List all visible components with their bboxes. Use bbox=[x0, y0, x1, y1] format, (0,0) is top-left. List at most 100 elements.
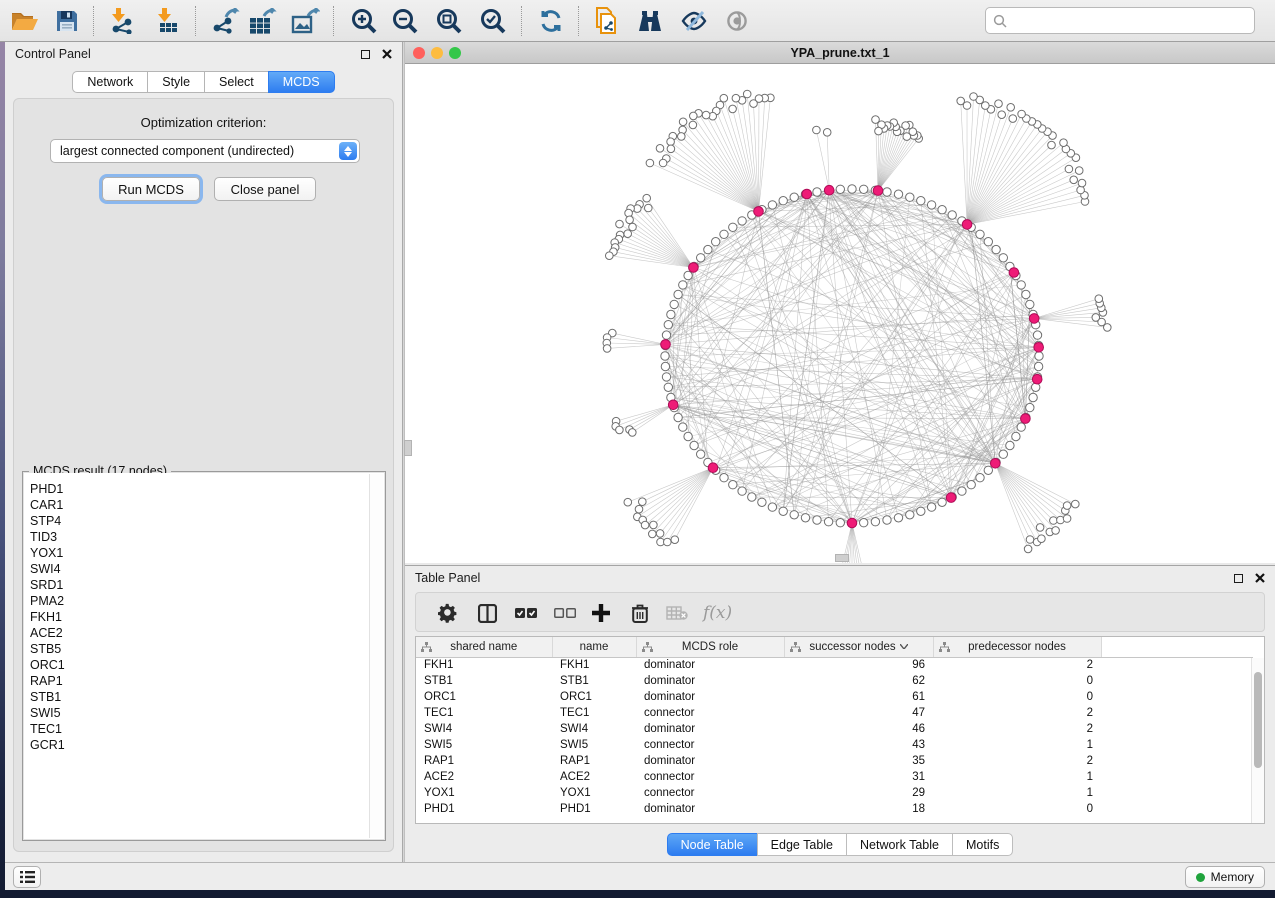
export-network-icon[interactable] bbox=[208, 5, 242, 37]
col-successor-nodes[interactable]: successor nodes bbox=[784, 637, 933, 657]
table-settings-icon[interactable] bbox=[438, 601, 458, 625]
table-row[interactable]: FKH1FKH1dominator962 bbox=[416, 657, 1253, 673]
result-item[interactable]: SWI5 bbox=[30, 705, 384, 721]
tab-style[interactable]: Style bbox=[147, 71, 204, 93]
result-item[interactable]: STP4 bbox=[30, 513, 384, 529]
result-item[interactable]: PMA2 bbox=[30, 593, 384, 609]
save-icon[interactable] bbox=[50, 5, 84, 37]
import-table-icon[interactable] bbox=[150, 5, 184, 37]
binoculars-icon[interactable] bbox=[633, 5, 667, 37]
col-name[interactable]: name bbox=[552, 637, 636, 657]
result-item[interactable]: PHD1 bbox=[30, 481, 384, 497]
column-type-icon bbox=[421, 642, 432, 652]
network-graph-canvas[interactable] bbox=[405, 64, 1275, 563]
dropdown-stepper-icon bbox=[339, 142, 357, 160]
export-table-icon[interactable] bbox=[245, 5, 279, 37]
copy-network-icon[interactable] bbox=[590, 5, 624, 37]
network-view-window: YPA_prune.txt_1 bbox=[405, 42, 1275, 563]
sort-chevron-icon bbox=[900, 644, 908, 649]
result-item[interactable]: YOX1 bbox=[30, 545, 384, 561]
table-row[interactable]: STB1STB1dominator620 bbox=[416, 673, 1253, 689]
zoom-fit-icon[interactable] bbox=[432, 5, 466, 37]
deselect-all-columns-icon[interactable] bbox=[554, 601, 576, 625]
show-column-panel-icon[interactable] bbox=[478, 601, 497, 625]
close-panel-icon[interactable] bbox=[382, 49, 392, 59]
tab-node-table[interactable]: Node Table bbox=[667, 833, 757, 856]
table-row[interactable]: ORC1ORC1dominator610 bbox=[416, 689, 1253, 705]
tab-edge-table[interactable]: Edge Table bbox=[757, 833, 846, 856]
close-panel-icon[interactable] bbox=[1255, 573, 1265, 583]
result-item[interactable]: CAR1 bbox=[30, 497, 384, 513]
tab-network[interactable]: Network bbox=[72, 71, 147, 93]
memory-label: Memory bbox=[1211, 870, 1254, 884]
hide-selected-icon[interactable] bbox=[677, 5, 711, 37]
result-item[interactable]: ACE2 bbox=[30, 625, 384, 641]
result-item[interactable]: GCR1 bbox=[30, 737, 384, 753]
col-predecessor-nodes[interactable]: predecessor nodes bbox=[933, 637, 1101, 657]
zoom-in-icon[interactable] bbox=[347, 5, 381, 37]
col-mcds-role[interactable]: MCDS role bbox=[636, 637, 784, 657]
status-bar: Memory bbox=[5, 862, 1275, 890]
table-row[interactable]: PHD1PHD1dominator180 bbox=[416, 801, 1253, 817]
node-table: shared name name MCDS role successor nod… bbox=[415, 636, 1265, 824]
float-panel-icon[interactable] bbox=[1234, 574, 1243, 583]
close-panel-button[interactable]: Close panel bbox=[214, 177, 316, 201]
col-shared-name[interactable]: shared name bbox=[416, 637, 552, 657]
tab-select[interactable]: Select bbox=[204, 71, 268, 93]
memory-button[interactable]: Memory bbox=[1185, 866, 1265, 888]
table-panel: Table Panel bbox=[405, 565, 1275, 862]
scrollbar-thumb[interactable] bbox=[1254, 672, 1262, 768]
refresh-icon[interactable] bbox=[534, 5, 568, 37]
network-window-titlebar[interactable]: YPA_prune.txt_1 bbox=[405, 42, 1275, 64]
result-item[interactable]: TEC1 bbox=[30, 721, 384, 737]
zoom-out-icon[interactable] bbox=[388, 5, 422, 37]
column-type-icon bbox=[642, 642, 653, 652]
tab-network-table[interactable]: Network Table bbox=[846, 833, 952, 856]
table-row[interactable]: YOX1YOX1connector291 bbox=[416, 785, 1253, 801]
select-all-columns-icon[interactable] bbox=[515, 601, 537, 625]
delete-table-icon-disabled bbox=[666, 601, 688, 625]
mcds-result-list[interactable]: PHD1 CAR1 STP4 TID3 YOX1 SWI4 SRD1 PMA2 … bbox=[24, 473, 384, 839]
table-row[interactable]: ACE2ACE2connector311 bbox=[416, 769, 1253, 785]
function-builder-icon: f(x) bbox=[703, 601, 732, 625]
tab-motifs[interactable]: Motifs bbox=[952, 833, 1013, 856]
result-item[interactable]: RAP1 bbox=[30, 673, 384, 689]
import-network-icon[interactable] bbox=[105, 5, 139, 37]
create-column-icon[interactable] bbox=[592, 601, 610, 625]
criterion-value: largest connected component (undirected) bbox=[60, 144, 294, 158]
search-input[interactable] bbox=[1007, 14, 1254, 28]
result-item[interactable]: SWI4 bbox=[30, 561, 384, 577]
result-item[interactable]: ORC1 bbox=[30, 657, 384, 673]
table-row[interactable]: TEC1TEC1connector472 bbox=[416, 705, 1253, 721]
result-scrollbar[interactable] bbox=[369, 474, 383, 838]
table-row[interactable]: RAP1RAP1dominator352 bbox=[416, 753, 1253, 769]
splitter-handle[interactable] bbox=[835, 554, 849, 562]
zoom-selected-icon[interactable] bbox=[476, 5, 510, 37]
tab-mcds[interactable]: MCDS bbox=[268, 71, 335, 93]
mcds-panel: Optimization criterion: largest connecte… bbox=[13, 98, 394, 852]
mcds-result-group: MCDS result (17 nodes) PHD1 CAR1 STP4 TI… bbox=[22, 471, 386, 841]
control-panel-title: Control Panel bbox=[15, 47, 91, 61]
table-row[interactable]: SWI4SWI4dominator462 bbox=[416, 721, 1253, 737]
open-folder-icon[interactable] bbox=[8, 5, 42, 37]
criterion-dropdown[interactable]: largest connected component (undirected) bbox=[50, 139, 360, 163]
search-box[interactable] bbox=[985, 7, 1255, 34]
result-item[interactable]: SRD1 bbox=[30, 577, 384, 593]
table-panel-title: Table Panel bbox=[415, 571, 480, 585]
table-tabs: Node Table Edge Table Network Table Moti… bbox=[405, 833, 1275, 856]
delete-column-icon[interactable] bbox=[632, 601, 648, 625]
export-image-icon[interactable] bbox=[288, 5, 322, 37]
show-all-icon[interactable] bbox=[720, 5, 754, 37]
table-header-row: shared name name MCDS role successor nod… bbox=[416, 637, 1253, 657]
result-item[interactable]: FKH1 bbox=[30, 609, 384, 625]
result-item[interactable]: STB1 bbox=[30, 689, 384, 705]
result-item[interactable]: STB5 bbox=[30, 641, 384, 657]
task-history-button[interactable] bbox=[13, 866, 41, 888]
search-icon bbox=[993, 14, 1007, 28]
table-row[interactable]: SWI5SWI5connector431 bbox=[416, 737, 1253, 753]
run-mcds-button[interactable]: Run MCDS bbox=[102, 177, 200, 201]
splitter-handle[interactable] bbox=[404, 440, 412, 456]
result-item[interactable]: TID3 bbox=[30, 529, 384, 545]
float-panel-icon[interactable] bbox=[361, 50, 370, 59]
table-scrollbar[interactable] bbox=[1251, 658, 1264, 823]
